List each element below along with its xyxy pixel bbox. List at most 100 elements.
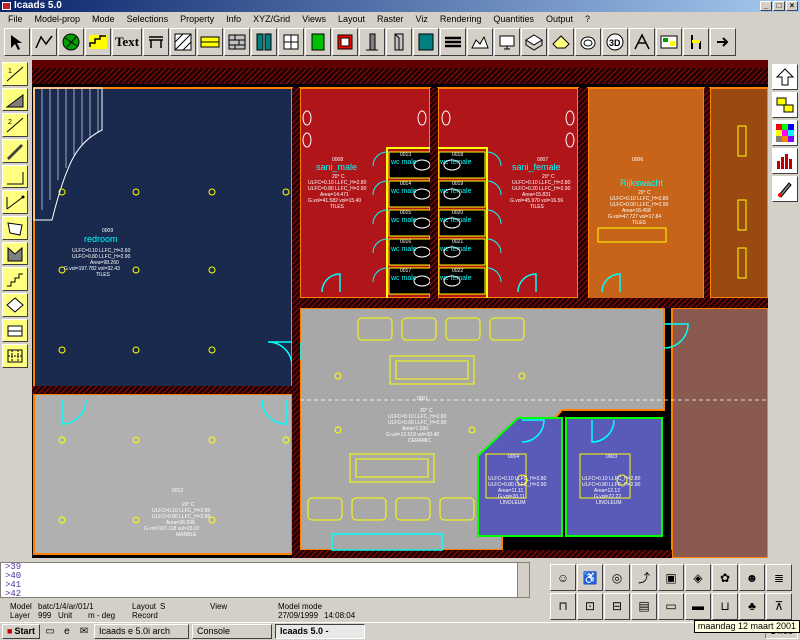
left-tool-10[interactable]: [2, 293, 28, 317]
status-model-value: batc/1/4/ar/01/1: [38, 602, 94, 611]
left-tool-1[interactable]: 1: [2, 62, 28, 86]
wall-tool-button[interactable]: [197, 28, 223, 56]
globe-tool-button[interactable]: [58, 28, 84, 56]
left-tool-5[interactable]: [2, 164, 28, 189]
section-view-tool-button[interactable]: [413, 28, 439, 56]
wheelchair-button[interactable]: ♿: [577, 564, 603, 591]
browser-icon[interactable]: e: [60, 625, 74, 639]
menu-raster[interactable]: Raster: [371, 12, 410, 26]
text-tool-button[interactable]: Text: [112, 28, 142, 56]
menu-viz[interactable]: Viz: [410, 12, 434, 26]
room-right[interactable]: [709, 87, 768, 299]
paint-button[interactable]: [772, 176, 798, 202]
task-icaads[interactable]: Icaads 5.0 -: [274, 624, 365, 639]
hatch-tool-button[interactable]: [170, 28, 196, 56]
left-tool-6[interactable]: [2, 190, 28, 215]
menu-layout[interactable]: Layout: [332, 12, 371, 26]
left-tool-9[interactable]: [2, 267, 28, 292]
plant-button[interactable]: ✿: [712, 564, 738, 591]
rijkswacht-line-5: TILES: [632, 220, 647, 226]
menu-output[interactable]: Output: [540, 12, 579, 26]
left-tool-2[interactable]: [2, 87, 28, 112]
table-tool-button[interactable]: [143, 28, 169, 56]
circle-globe-icon: [62, 33, 80, 51]
cell2-line-4: LINOLEUM: [596, 500, 622, 506]
route-button[interactable]: ⤴: [631, 564, 657, 591]
bench-button[interactable]: ⊓: [550, 592, 576, 620]
brick-wall-tool-button[interactable]: [224, 28, 250, 56]
menu-mode[interactable]: Mode: [86, 12, 121, 26]
left-tool-11[interactable]: [2, 318, 28, 343]
menu-file[interactable]: File: [2, 12, 29, 26]
close-button[interactable]: ×: [786, 1, 798, 11]
stack-layers-button[interactable]: ≣: [766, 564, 792, 591]
figure-button[interactable]: ☺: [550, 564, 576, 591]
screen-button[interactable]: ▣: [658, 564, 684, 591]
toilet-tool-button[interactable]: [575, 28, 601, 56]
chart-button[interactable]: [772, 148, 798, 174]
view-3d-tool-button[interactable]: 3D: [602, 28, 628, 56]
left-tool-3[interactable]: 2: [2, 113, 28, 138]
room-redroom[interactable]: [33, 87, 293, 389]
roof-tool-button[interactable]: [548, 28, 574, 56]
cart-button[interactable]: ⊡: [577, 592, 603, 620]
tree-button[interactable]: ♣: [739, 592, 765, 620]
task-console[interactable]: Console: [191, 624, 272, 639]
menu-quantities[interactable]: Quantities: [487, 12, 540, 26]
car2-button[interactable]: ▬: [685, 592, 711, 620]
task-icaads-arch[interactable]: Icaads e 5.0i arch: [93, 624, 189, 639]
command-scrollbar[interactable]: [517, 563, 529, 597]
globe-button[interactable]: ◎: [604, 564, 630, 591]
frame-tool-button[interactable]: [629, 28, 655, 56]
polyline-tool-button[interactable]: [31, 28, 57, 56]
command-window[interactable]: >39 >40 >41 >42: [0, 562, 530, 599]
green-door-tool-button[interactable]: [305, 28, 331, 56]
menu-xyz-grid[interactable]: XYZ/Grid: [247, 12, 296, 26]
camera-button[interactable]: ◈: [685, 564, 711, 591]
truck-button[interactable]: ⊟: [604, 592, 630, 620]
menu-model-prop[interactable]: Model-prop: [29, 12, 87, 26]
elevation-tool-button[interactable]: [386, 28, 412, 56]
maximize-button[interactable]: □: [773, 1, 785, 11]
desktop-icon[interactable]: ▭: [43, 625, 57, 639]
monitor-tool-button[interactable]: [494, 28, 520, 56]
arrow-tool-button[interactable]: [710, 28, 736, 56]
draw-rect-icon: [7, 222, 23, 236]
palette-button[interactable]: [772, 120, 798, 146]
panel-tool-button[interactable]: [332, 28, 358, 56]
window-tool-button[interactable]: [278, 28, 304, 56]
floor-plan[interactable]: 0009 redroom ULFC=0.10 LLFC_H=2.60 ULFC=…: [32, 60, 768, 558]
grey-line-5: MARBLE: [176, 532, 197, 538]
terrain-tool-button[interactable]: [467, 28, 493, 56]
column-tool-button[interactable]: [359, 28, 385, 56]
stack-tool-button[interactable]: [440, 28, 466, 56]
start-button[interactable]: ■ Start: [2, 624, 40, 639]
menu-views[interactable]: Views: [296, 12, 332, 26]
sofa-button[interactable]: ⊔: [712, 592, 738, 620]
left-tool-12[interactable]: [2, 344, 28, 369]
drawing-canvas[interactable]: 0009 redroom ULFC=0.10 LLFC_H=2.60 ULFC=…: [32, 60, 768, 558]
layers-button[interactable]: [772, 92, 798, 118]
menu-selections[interactable]: Selections: [121, 12, 175, 26]
left-tool-4[interactable]: [2, 139, 28, 163]
select-tool-button[interactable]: [4, 28, 30, 56]
stair-tool-button[interactable]: [85, 28, 111, 56]
minimize-button[interactable]: _: [760, 1, 772, 11]
room-lower-right[interactable]: [671, 307, 768, 558]
menu-info[interactable]: Info: [220, 12, 247, 26]
people-button[interactable]: ☻: [739, 564, 765, 591]
furniture-tool-button[interactable]: [656, 28, 682, 56]
menu-help[interactable]: ?: [579, 12, 596, 26]
left-tool-8[interactable]: [2, 241, 28, 266]
outlook-icon[interactable]: ✉: [77, 625, 91, 639]
crane-button[interactable]: ⊼: [766, 592, 792, 620]
left-tool-7[interactable]: [2, 216, 28, 240]
chair-tool-button[interactable]: [683, 28, 709, 56]
menu-property[interactable]: Property: [174, 12, 220, 26]
menu-rendering[interactable]: Rendering: [434, 12, 488, 26]
door-tool-button[interactable]: [251, 28, 277, 56]
up-button[interactable]: [772, 64, 798, 90]
grid-3d-tool-button[interactable]: [521, 28, 547, 56]
car-button[interactable]: ▭: [658, 592, 684, 620]
bus-button[interactable]: ▤: [631, 592, 657, 620]
